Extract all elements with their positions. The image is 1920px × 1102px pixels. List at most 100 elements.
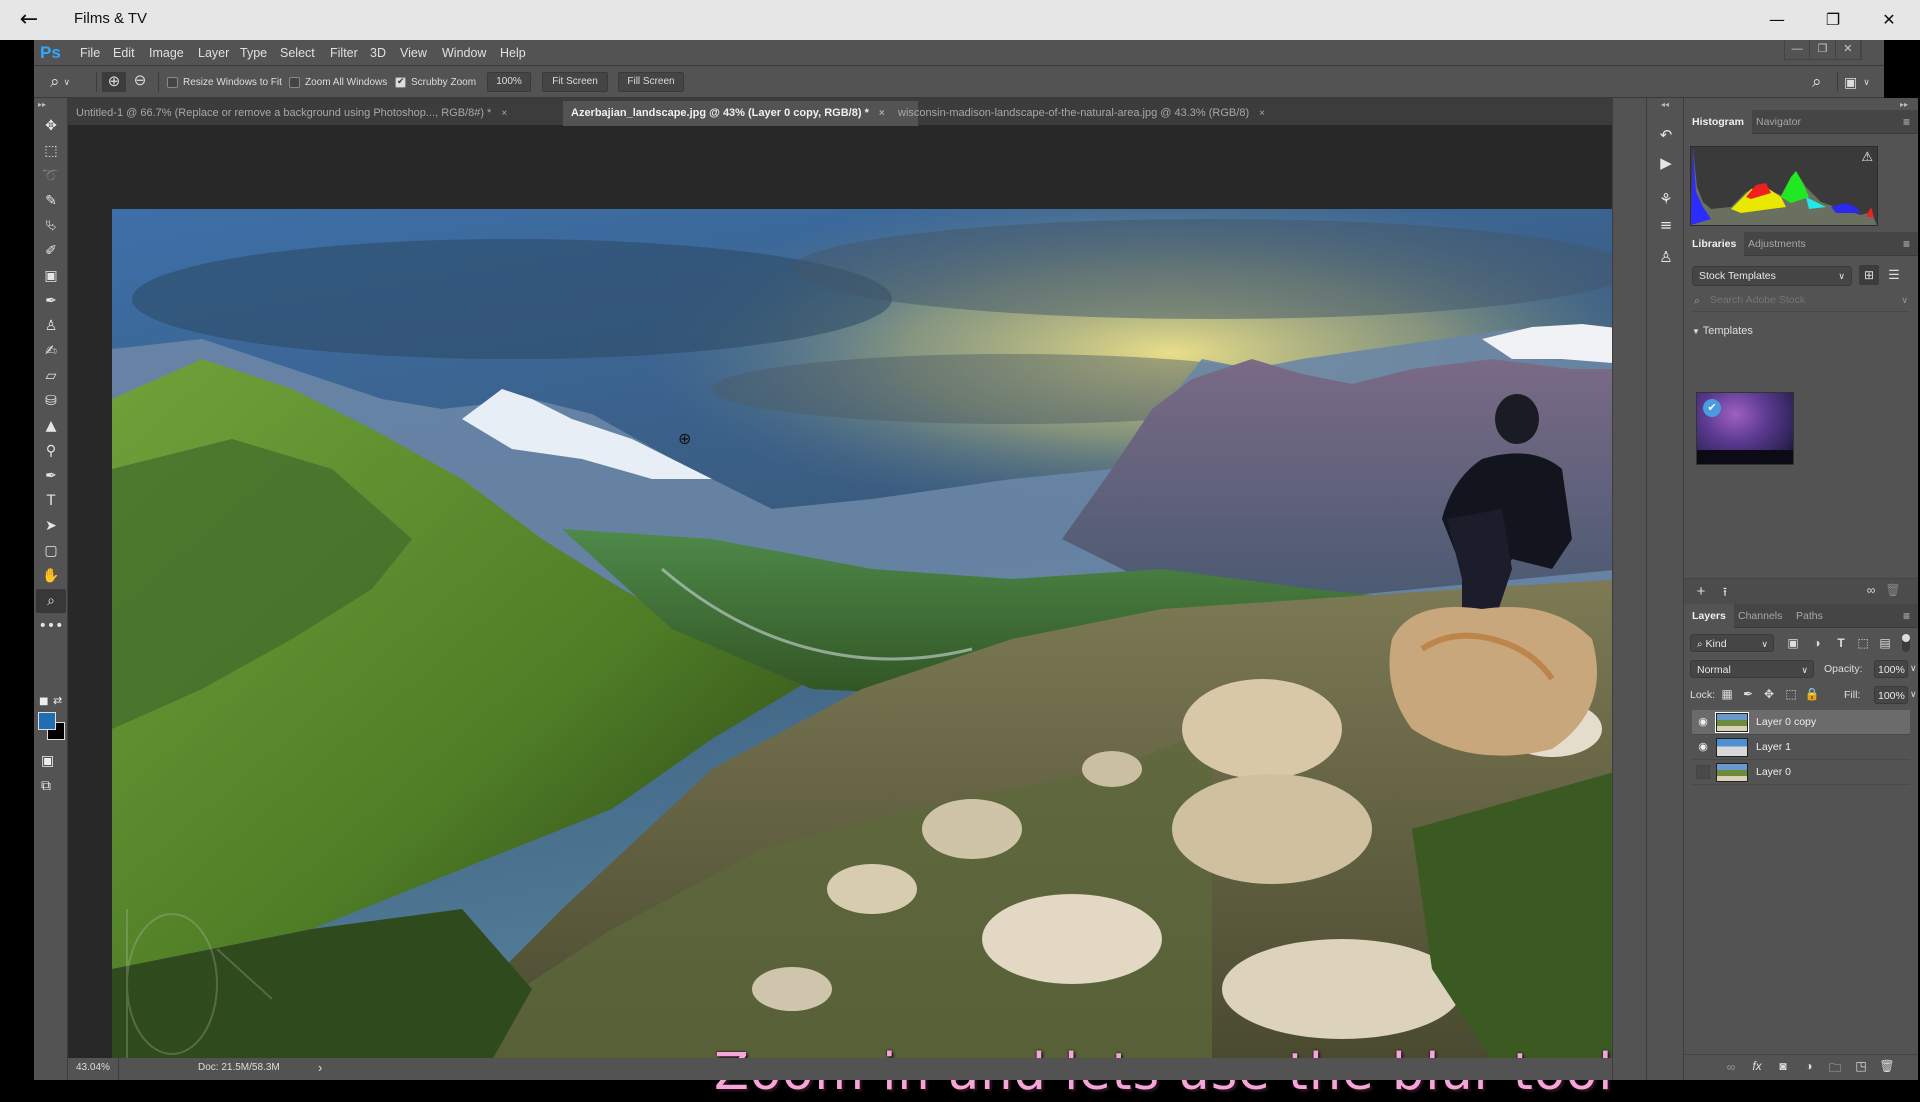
brush-tool[interactable]: ✒ [36, 289, 66, 313]
scrubby-zoom-checkbox[interactable]: Scrubby Zoom [395, 66, 476, 98]
panel-menu-icon[interactable]: ≡ [1903, 237, 1910, 251]
lock-image-pixels-icon[interactable]: ✒ [1739, 687, 1757, 701]
adjustment-layer-filter-icon[interactable]: ◑ [1808, 636, 1826, 650]
tab-close-icon[interactable]: × [879, 108, 885, 119]
marquee-tool[interactable]: ⬚ [36, 139, 66, 163]
history-icon[interactable]: ↶ [1652, 122, 1680, 148]
smart-object-filter-icon[interactable]: ▤ [1876, 636, 1894, 650]
blend-mode-select[interactable]: Normal ∨ [1690, 660, 1814, 678]
new-group-icon[interactable]: 🗀 [1826, 1059, 1844, 1080]
chevron-down-icon[interactable]: ∨ [1901, 295, 1908, 306]
opacity-input[interactable]: 100% [1874, 660, 1908, 678]
templates-section-toggle[interactable]: ▼ Templates [1692, 325, 1753, 337]
stock-search-field[interactable]: ⌕ ∨ [1692, 292, 1910, 312]
doc-restore-button[interactable]: ❐ [1810, 40, 1836, 59]
path-selection-tool[interactable]: ➤ [36, 514, 66, 538]
menu-file[interactable]: File [80, 46, 100, 60]
eye-icon[interactable]: ◉ [1696, 740, 1710, 754]
pixel-layer-filter-icon[interactable]: ▣ [1784, 636, 1802, 650]
tab-channels[interactable]: Channels [1730, 604, 1790, 628]
type-tool[interactable]: T [36, 489, 66, 513]
menu-image[interactable]: Image [149, 46, 184, 60]
menu-edit[interactable]: Edit [113, 46, 135, 60]
type-layer-filter-icon[interactable]: T [1832, 636, 1850, 650]
doc-close-button[interactable]: ✕ [1836, 40, 1861, 59]
template-thumbnail[interactable]: ✔ [1696, 392, 1794, 465]
doc-minimize-button[interactable]: — [1785, 40, 1811, 59]
blur-tool[interactable]: ▲ [36, 414, 66, 438]
add-mask-icon[interactable]: ◙ [1774, 1059, 1792, 1073]
collapse-left-icon[interactable]: ◂◂ [1661, 100, 1669, 109]
move-tool[interactable]: ✥ [36, 114, 66, 138]
tab-adjustments[interactable]: Adjustments [1740, 232, 1814, 256]
cache-warning-icon[interactable]: ⚠ [1861, 149, 1873, 165]
tab-untitled-1[interactable]: Untitled-1 @ 66.7% (Replace or remove a … [68, 101, 528, 126]
panel-menu-icon[interactable]: ≡ [1903, 609, 1910, 623]
list-view-button[interactable]: ☰ [1884, 265, 1904, 285]
opacity-dropdown-icon[interactable]: ∨ [1910, 663, 1917, 674]
layer-row[interactable]: ◉ Layer 0 copy [1692, 710, 1910, 735]
link-layers-icon[interactable]: ∞ [1722, 1060, 1740, 1074]
resize-windows-checkbox[interactable]: Resize Windows to Fit [167, 66, 282, 98]
shape-tool[interactable]: ▢ [36, 539, 66, 563]
tab-histogram[interactable]: Histogram [1684, 110, 1752, 134]
clone-source-icon[interactable]: ♙ [1652, 244, 1680, 270]
menu-layer[interactable]: Layer [198, 46, 229, 60]
fit-screen-button[interactable]: Fit Screen [542, 72, 608, 92]
brush-settings-icon[interactable]: ≡ [1652, 212, 1680, 238]
panel-menu-icon[interactable]: ≡ [1903, 115, 1910, 129]
actions-play-icon[interactable]: ▶ [1652, 150, 1680, 176]
lock-transparent-pixels-icon[interactable]: ▦ [1718, 687, 1736, 701]
default-colors-icon[interactable]: ■ [39, 696, 51, 708]
pen-tool[interactable]: ✒ [36, 464, 66, 488]
menu-help[interactable]: Help [500, 46, 526, 60]
workspace-switcher[interactable]: ▣ ∨ [1844, 66, 1870, 98]
expand-toolbar-icon[interactable]: ▸▸ [38, 100, 46, 109]
brush-presets-icon[interactable]: ⚘ [1652, 186, 1680, 212]
layer-style-fx-icon[interactable]: fx [1748, 1059, 1766, 1073]
restore-button[interactable]: ❐ [1810, 0, 1856, 40]
fill-input[interactable]: 100% [1874, 686, 1908, 704]
tab-wisconsin-madison[interactable]: wisconsin-madison-landscape-of-the-natur… [890, 101, 1320, 126]
layer-row[interactable]: Layer 0 [1692, 760, 1910, 785]
back-button[interactable]: ← [14, 6, 44, 34]
library-select[interactable]: Stock Templates ∨ [1692, 266, 1852, 286]
healing-brush-tool[interactable]: ▣ [36, 264, 66, 288]
lock-all-icon[interactable]: 🔒 [1803, 687, 1821, 701]
lock-position-icon[interactable]: ✥ [1760, 687, 1778, 701]
tab-close-icon[interactable]: × [1259, 108, 1265, 119]
delete-layer-icon[interactable]: 🗑 [1878, 1059, 1896, 1073]
edit-toolbar[interactable]: ••• [36, 614, 66, 638]
menu-3d[interactable]: 3D [370, 46, 386, 60]
eraser-tool[interactable]: ▱ [36, 364, 66, 388]
status-menu-arrow[interactable]: › [318, 1060, 322, 1075]
expand-panels-icon[interactable]: ▸▸ [1900, 100, 1908, 109]
zoom-in-button[interactable]: ⊕ [102, 72, 126, 92]
tab-close-icon[interactable]: × [501, 108, 507, 119]
filter-toggle[interactable] [1902, 634, 1910, 652]
menu-type[interactable]: Type [240, 46, 267, 60]
resize-windows-check[interactable] [167, 76, 178, 88]
new-adjustment-layer-icon[interactable]: ◑ [1800, 1059, 1818, 1073]
trash-icon[interactable]: 🗑 [1884, 583, 1902, 597]
creative-cloud-icon[interactable]: ∞ [1862, 583, 1880, 597]
upload-icon[interactable]: ⭱ [1716, 583, 1734, 604]
tab-azerbajian-landscape[interactable]: Azerbajian_landscape.jpg @ 43% (Layer 0 … [563, 101, 918, 126]
history-brush-tool[interactable]: ✍ [36, 339, 66, 363]
clone-stamp-tool[interactable]: ♙ [36, 314, 66, 338]
shape-layer-filter-icon[interactable]: ⬚ [1854, 636, 1872, 650]
paint-bucket-tool[interactable]: ⛁ [36, 389, 66, 413]
menu-select[interactable]: Select [280, 46, 315, 60]
eye-icon[interactable]: ◉ [1696, 715, 1710, 729]
tab-paths[interactable]: Paths [1788, 604, 1831, 628]
zoom-100-button[interactable]: 100% [487, 72, 531, 92]
swap-colors-icon[interactable]: ⇄ [53, 694, 62, 707]
zoom-all-check[interactable] [289, 76, 300, 88]
visibility-toggle[interactable] [1696, 765, 1710, 779]
layer-row[interactable]: ◉ Layer 1 [1692, 735, 1910, 760]
menu-filter[interactable]: Filter [330, 46, 358, 60]
quick-mask-icon[interactable]: ▣ [41, 753, 54, 769]
zoom-level-field[interactable]: 43.04% [76, 1062, 116, 1073]
search-button[interactable]: ⌕ [1812, 66, 1822, 98]
grid-view-button[interactable]: ⊞ [1859, 265, 1879, 285]
